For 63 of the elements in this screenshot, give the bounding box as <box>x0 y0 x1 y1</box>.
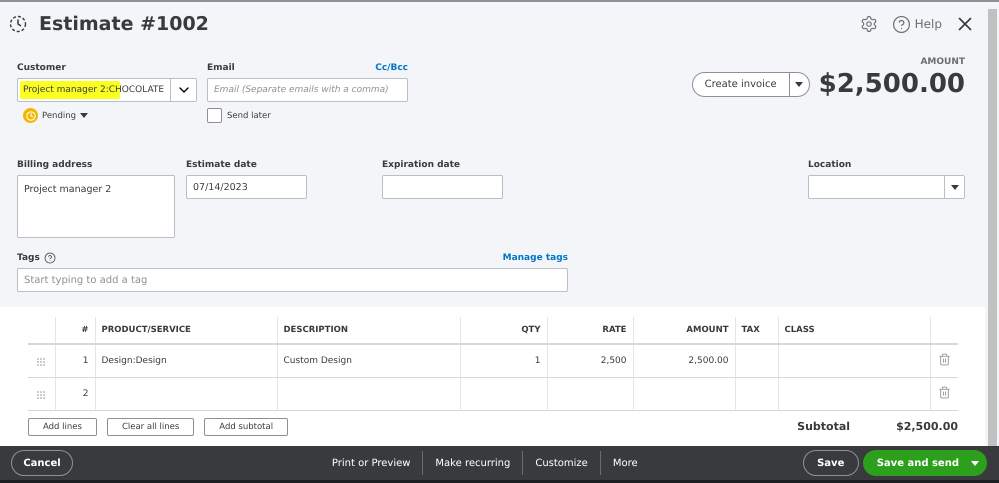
table-cell: 2,500.00 <box>633 344 735 377</box>
gear-icon <box>860 15 878 33</box>
caret-icon <box>795 82 804 86</box>
cancel-button[interactable]: Cancel <box>11 450 73 476</box>
history-icon <box>9 15 27 33</box>
field-label: Billing address <box>17 160 92 170</box>
date-field[interactable]: 07/14/2023 <box>186 175 307 199</box>
window-title: Estimate #1002 <box>39 13 209 35</box>
billing-address-field[interactable]: Project manager 2 <box>17 175 175 238</box>
dropdown-button[interactable] <box>170 79 196 101</box>
table-cell: 1 <box>55 344 95 377</box>
manage-tags-link[interactable]: Manage tags <box>502 253 568 263</box>
date-field[interactable] <box>382 175 503 199</box>
table-cell: 2,500 <box>547 344 633 377</box>
line-action-button[interactable]: Add lines <box>28 418 97 436</box>
table-cell <box>735 377 778 410</box>
footer-link[interactable]: Make recurring <box>422 451 522 475</box>
field-label: Location <box>808 160 852 170</box>
cc-bcc-link[interactable]: Cc/Bcc <box>375 63 408 73</box>
field-label: Email <box>207 63 235 73</box>
clock-icon <box>23 108 38 123</box>
settings-button[interactable] <box>860 15 878 33</box>
line-action-button[interactable]: Add subtotal <box>204 418 288 436</box>
footer-link[interactable]: Customize <box>522 451 600 475</box>
amount-total: $2,500.00 <box>818 69 965 99</box>
column-header: CLASS <box>778 317 930 344</box>
table-cell: 1 <box>460 344 547 377</box>
drag-handle-icon[interactable] <box>37 391 46 399</box>
help-icon <box>892 14 911 34</box>
column-header: DESCRIPTION <box>277 317 460 344</box>
caret-icon <box>80 113 88 118</box>
field-label: Expiration date <box>382 160 460 170</box>
column-header: QTY <box>460 317 547 344</box>
status-dropdown[interactable]: Pending <box>23 108 197 123</box>
table-cell: Custom Design <box>277 344 460 377</box>
column-header: # <box>55 317 95 344</box>
caret-icon <box>950 184 958 190</box>
table-cell <box>735 344 778 377</box>
column-header: AMOUNT <box>633 317 735 344</box>
line-action-button[interactable]: Clear all lines <box>106 418 194 436</box>
help-icon[interactable] <box>44 252 56 264</box>
field-label: Estimate date <box>186 160 257 170</box>
field-label: Tags <box>17 253 40 263</box>
checkbox-label: Send later <box>227 110 271 120</box>
footer-link[interactable]: Print or Preview <box>320 451 422 475</box>
column-header: PRODUCT/SERVICE <box>95 317 277 344</box>
column-header: TAX <box>735 317 778 344</box>
caret-icon <box>971 460 979 466</box>
footer-link[interactable]: More <box>600 451 650 475</box>
save-button[interactable]: Save <box>802 450 859 476</box>
table-cell: 2 <box>55 377 95 410</box>
subtotal-value: $2,500.00 <box>896 420 958 433</box>
help-button[interactable]: Help <box>892 14 942 34</box>
drag-handle-icon[interactable] <box>37 358 46 366</box>
dropdown-button[interactable] <box>944 176 964 198</box>
amount-label: AMOUNT <box>920 57 965 67</box>
table-cell: Design:Design <box>95 344 277 377</box>
column-header: RATE <box>547 317 633 344</box>
field-label: Customer <box>17 63 66 73</box>
checkbox[interactable] <box>207 108 222 123</box>
subtotal-label: Subtotal <box>797 420 850 433</box>
delete-icon[interactable] <box>938 386 951 398</box>
delete-icon[interactable] <box>938 352 951 366</box>
